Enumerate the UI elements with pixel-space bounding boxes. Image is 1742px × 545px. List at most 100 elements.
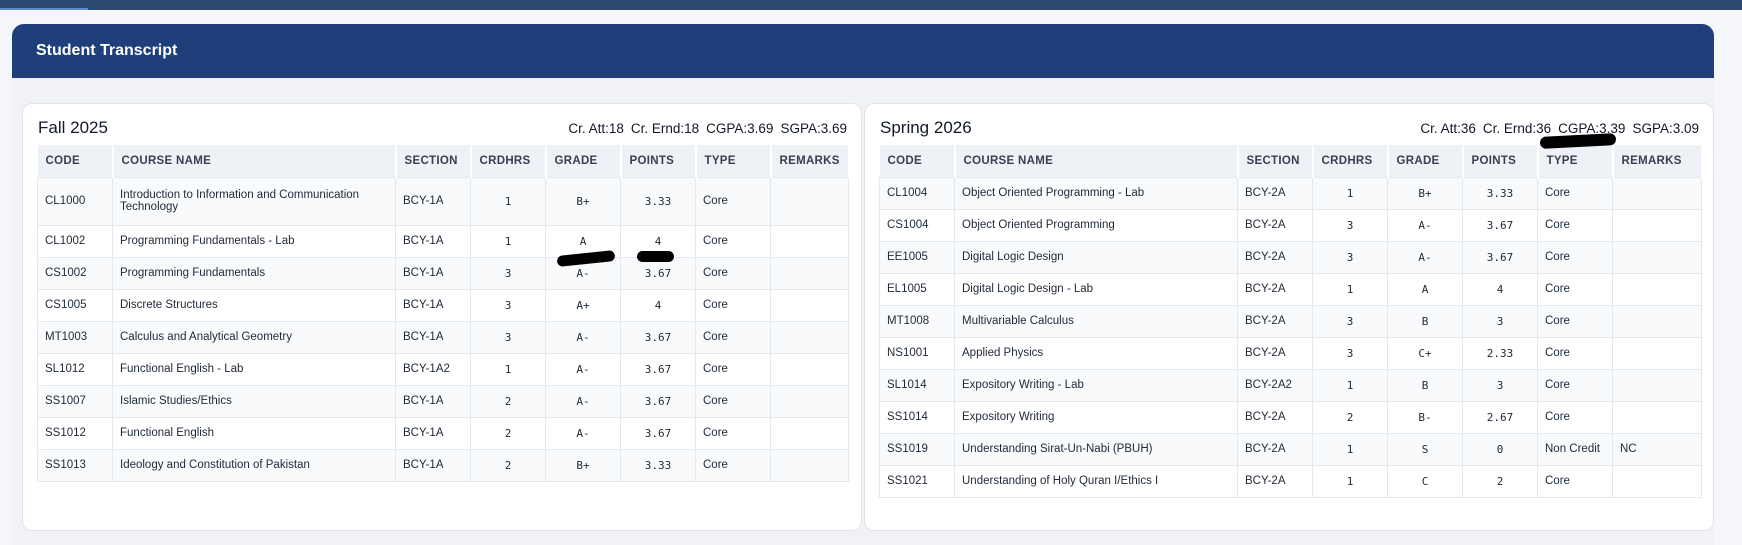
cell-grade: S: [1387, 432, 1463, 466]
col-header-course-name[interactable]: COURSE NAME: [954, 145, 1239, 177]
cell-crdhrs: 1: [470, 224, 546, 258]
cell-code: NS1001: [879, 336, 955, 370]
cell-remarks: [770, 384, 849, 418]
cell-grade: B+: [545, 176, 621, 226]
col-header-crdhrs[interactable]: CRDHRS: [470, 145, 547, 177]
cell-type: Core: [695, 224, 771, 258]
cell-points: 2.67: [1462, 400, 1538, 434]
cell-remarks: [1612, 336, 1702, 370]
table-row: SS1013 Ideology and Constitution of Pakis…: [37, 448, 849, 482]
cell-points: 3.67: [1462, 240, 1538, 274]
cell-grade: B+: [1387, 176, 1463, 210]
table-row: SS1021 Understanding of Holy Quran I/Ethi…: [879, 464, 1702, 498]
cell-grade: A: [1387, 272, 1463, 306]
col-header-code[interactable]: CODE: [37, 145, 114, 177]
semester-panel-fall-2025: Fall 2025 Cr. Att:18 Cr. Ernd:18 CGPA:3.…: [22, 103, 862, 531]
courses-table: CODE COURSE NAME SECTION CRDHRS GRADE PO…: [37, 145, 850, 482]
table-header-row: CODE COURSE NAME SECTION CRDHRS GRADE PO…: [37, 145, 850, 177]
cell-section: BCY-1A: [395, 224, 471, 258]
cell-type: Core: [1537, 336, 1613, 370]
col-header-course-name[interactable]: COURSE NAME: [112, 145, 397, 177]
top-navbar: [0, 0, 1742, 10]
cell-remarks: [770, 352, 849, 386]
cell-remarks: [1612, 240, 1702, 274]
col-header-points[interactable]: POINTS: [1462, 145, 1539, 177]
cell-code: SS1012: [37, 416, 113, 450]
cell-grade: A-: [545, 352, 621, 386]
cell-crdhrs: 1: [1312, 176, 1388, 210]
cell-section: BCY-1A: [395, 448, 471, 482]
cell-name: Applied Physics: [954, 336, 1238, 370]
cell-crdhrs: 2: [470, 384, 546, 418]
table-row: SL1014 Expository Writing - Lab BCY-2A2 1 B 3…: [879, 368, 1702, 402]
cell-name: Expository Writing: [954, 400, 1238, 434]
cell-points: 3: [1462, 304, 1538, 338]
table-row: SS1014 Expository Writing BCY-2A 2 B- 2.67 Cor…: [879, 400, 1702, 434]
cell-code: CS1005: [37, 288, 113, 322]
cell-remarks: [770, 256, 849, 290]
cell-points: 4: [620, 288, 696, 322]
cell-grade: B-: [1387, 400, 1463, 434]
cell-crdhrs: 2: [1312, 400, 1388, 434]
cell-type: Core: [1537, 240, 1613, 274]
cell-code: SS1014: [879, 400, 955, 434]
cell-remarks: [770, 176, 849, 226]
table-row: CL1000 Introduction to Information and Co…: [37, 176, 849, 226]
cell-grade: A-: [545, 320, 621, 354]
col-header-grade[interactable]: GRADE: [1387, 145, 1464, 177]
cell-points: 3.67: [620, 384, 696, 418]
cell-crdhrs: 1: [1312, 432, 1388, 466]
cell-type: Core: [1537, 304, 1613, 338]
table-row: EL1005 Digital Logic Design - Lab BCY-2A 1 A…: [879, 272, 1702, 306]
col-header-code[interactable]: CODE: [879, 145, 956, 177]
cell-remarks: [1612, 400, 1702, 434]
cell-section: BCY-2A: [1237, 432, 1313, 466]
cell-grade: A+: [545, 288, 621, 322]
cell-type: Core: [695, 320, 771, 354]
cell-points: 4: [1462, 272, 1538, 306]
cell-name: Digital Logic Design: [954, 240, 1238, 274]
cell-remarks: [770, 448, 849, 482]
cell-points: 3.67: [1462, 208, 1538, 242]
col-header-section[interactable]: SECTION: [1237, 145, 1314, 177]
cell-crdhrs: 1: [470, 352, 546, 386]
col-header-type[interactable]: TYPE: [695, 145, 772, 177]
cell-remarks: [1612, 368, 1702, 402]
cell-crdhrs: 2: [470, 416, 546, 450]
cell-name: Digital Logic Design - Lab: [954, 272, 1238, 306]
cell-grade: C+: [1387, 336, 1463, 370]
col-header-type[interactable]: TYPE: [1537, 145, 1614, 177]
cell-type: Core: [695, 416, 771, 450]
col-header-remarks[interactable]: REMARKS: [1612, 145, 1703, 177]
page-title: Student Transcript: [12, 24, 1714, 78]
nav-tab-indicator[interactable]: [0, 0, 88, 10]
semester-stats: Cr. Att:18 Cr. Ernd:18 CGPA:3.69 SGPA:3.…: [568, 121, 847, 136]
cell-grade: B: [1387, 304, 1463, 338]
sgpa-value: SGPA:3.69: [780, 121, 847, 136]
cell-type: Core: [695, 176, 771, 226]
col-header-grade[interactable]: GRADE: [545, 145, 622, 177]
semester-title: Fall 2025: [38, 118, 108, 137]
cell-crdhrs: 3: [470, 288, 546, 322]
cell-remarks: [770, 224, 849, 258]
cell-remarks: [1612, 176, 1702, 210]
col-header-points[interactable]: POINTS: [620, 145, 697, 177]
cell-crdhrs: 1: [1312, 272, 1388, 306]
cell-code: SS1021: [879, 464, 955, 498]
col-header-crdhrs[interactable]: CRDHRS: [1312, 145, 1389, 177]
cell-grade: B+: [545, 448, 621, 482]
col-header-section[interactable]: SECTION: [395, 145, 472, 177]
cell-grade: B: [1387, 368, 1463, 402]
cell-points: 2: [1462, 464, 1538, 498]
cell-remarks: [1612, 464, 1702, 498]
col-header-remarks[interactable]: REMARKS: [770, 145, 850, 177]
cell-type: Core: [1537, 272, 1613, 306]
cell-code: CL1002: [37, 224, 113, 258]
cell-remarks: NC: [1612, 432, 1702, 466]
cell-code: SS1019: [879, 432, 955, 466]
cgpa-value: CGPA:3.69: [706, 121, 774, 136]
cell-name: Ideology and Constitution of Pakistan: [112, 448, 396, 482]
cell-type: Core: [1537, 368, 1613, 402]
cell-points: 3.33: [620, 448, 696, 482]
cell-name: Multivariable Calculus: [954, 304, 1238, 338]
